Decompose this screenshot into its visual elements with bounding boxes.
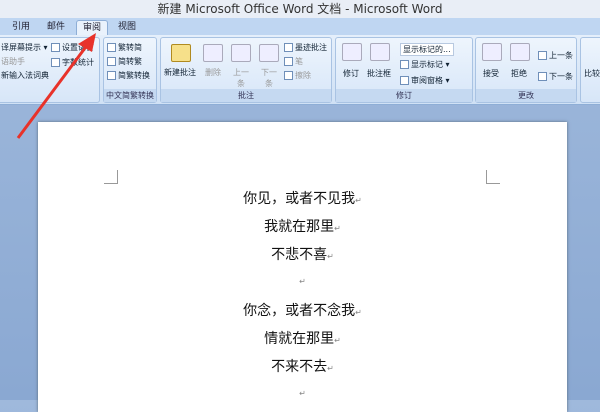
annotation-arrow <box>16 33 96 139</box>
